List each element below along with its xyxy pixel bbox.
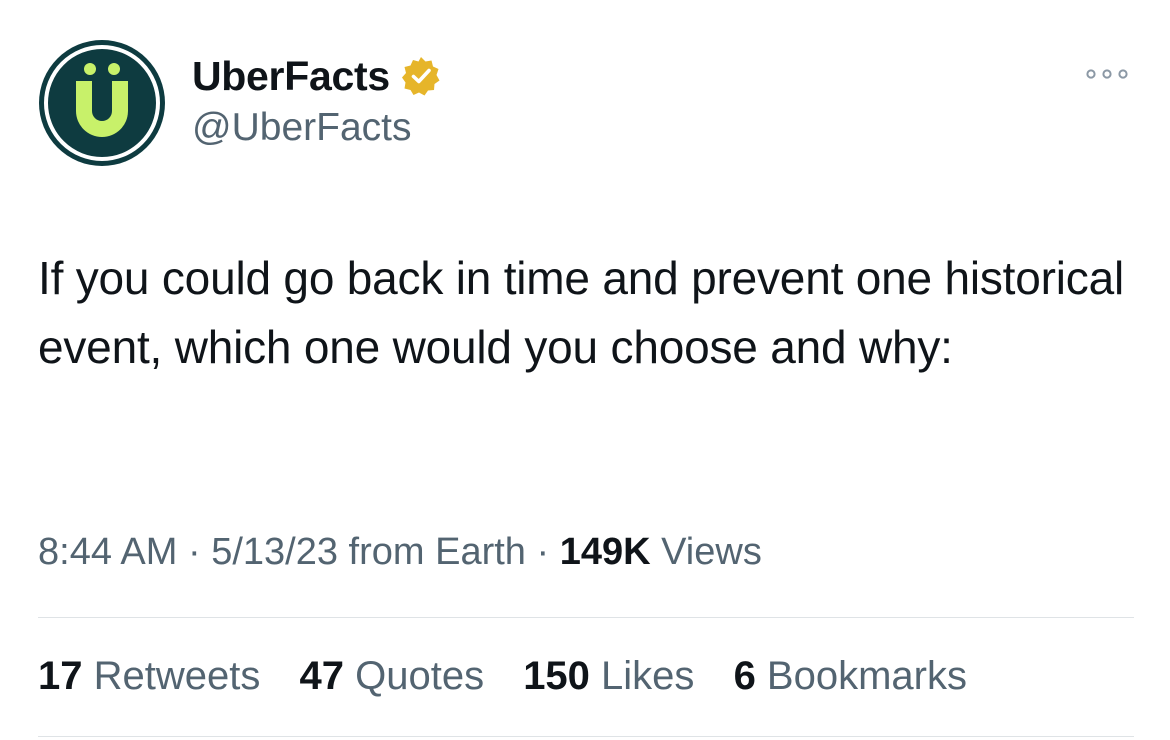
- tweet-stats: 17 Retweets 47 Quotes 150 Likes 6 Bookma…: [38, 654, 995, 699]
- tweet-meta: 8:44 AM · 5/13/23 from Earth · 149K View…: [38, 531, 762, 574]
- divider: [38, 617, 1134, 618]
- tweet-text: If you could go back in time and prevent…: [38, 252, 1124, 373]
- author-block: UberFacts @UberFacts: [192, 52, 442, 150]
- bookmarks-stat[interactable]: 6 Bookmarks: [734, 654, 967, 698]
- divider: [38, 736, 1134, 737]
- quotes-stat[interactable]: 47 Quotes: [299, 654, 484, 698]
- tweet-time[interactable]: 8:44 AM: [38, 531, 177, 573]
- tweet-detail: UberFacts @UberFacts If you could go bac…: [0, 0, 1170, 740]
- likes-count: 150: [523, 654, 590, 698]
- likes-stat[interactable]: 150 Likes: [523, 654, 694, 698]
- name-row: UberFacts: [192, 52, 442, 100]
- retweets-stat[interactable]: 17 Retweets: [38, 654, 260, 698]
- retweets-label: Retweets: [82, 654, 261, 698]
- meta-separator: ·: [525, 531, 560, 573]
- views-count: 149K: [559, 531, 651, 573]
- verified-badge-icon[interactable]: [400, 55, 442, 97]
- handle[interactable]: @UberFacts: [192, 106, 442, 150]
- more-dots-icon: [1086, 69, 1128, 79]
- more-options-button[interactable]: [1084, 66, 1130, 82]
- display-name[interactable]: UberFacts: [192, 53, 390, 100]
- tweet-source: from Earth: [338, 531, 526, 573]
- uberfacts-logo-icon: [39, 40, 165, 166]
- views-label: Views: [650, 531, 762, 573]
- bookmarks-label: Bookmarks: [755, 654, 967, 698]
- tweet-date[interactable]: 5/13/23: [211, 531, 338, 573]
- bookmarks-count: 6: [733, 654, 756, 698]
- likes-label: Likes: [589, 654, 695, 698]
- retweets-count: 17: [38, 654, 83, 698]
- quotes-count: 47: [299, 654, 344, 698]
- quotes-label: Quotes: [343, 654, 485, 698]
- meta-separator: ·: [177, 531, 212, 573]
- avatar[interactable]: [38, 39, 166, 167]
